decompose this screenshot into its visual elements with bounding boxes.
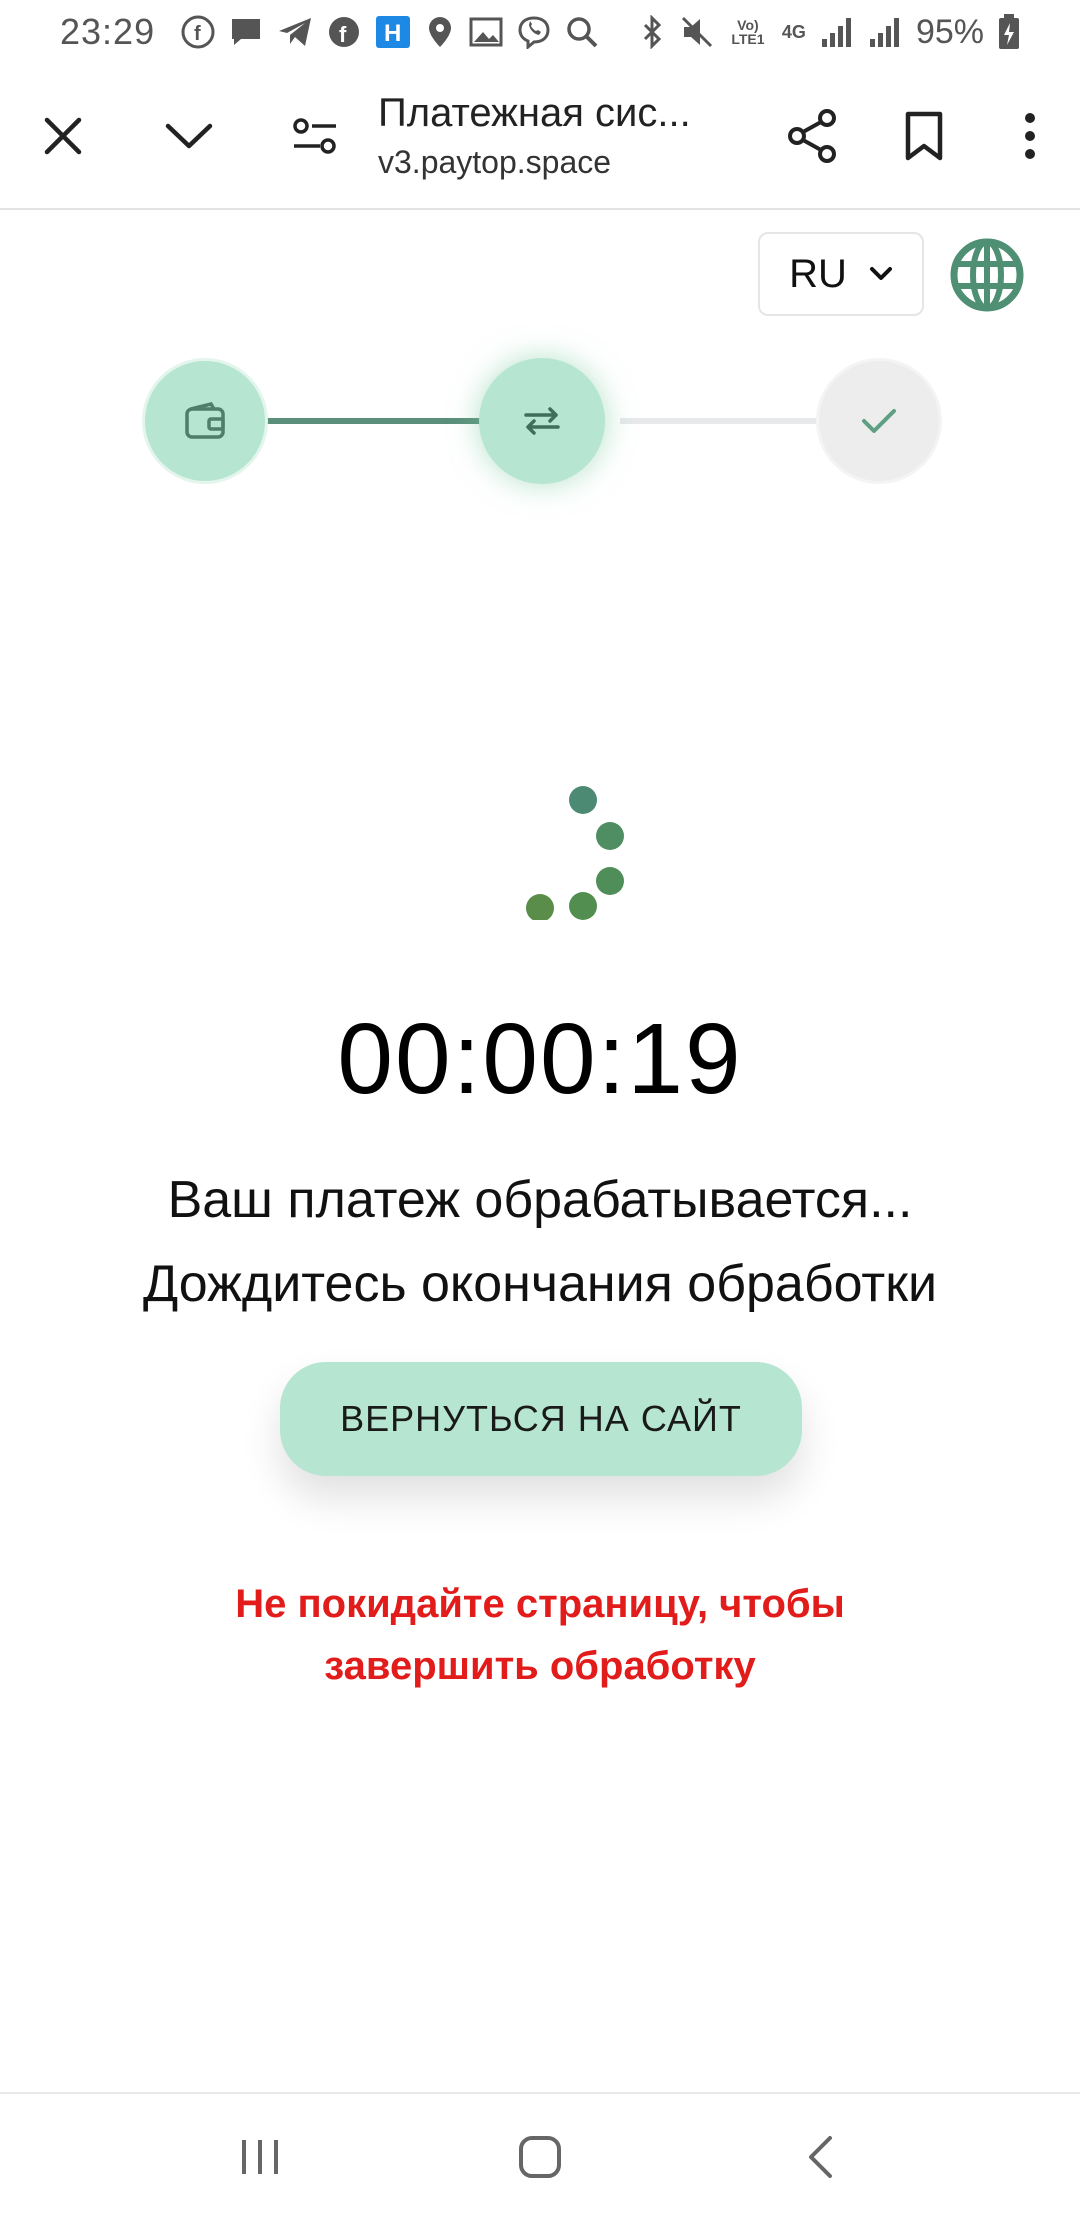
signal-icon-2 [868,15,902,49]
battery-percent: 95% [915,12,984,51]
bookmark-button[interactable] [868,63,980,209]
share-button[interactable] [756,63,868,209]
countdown-timer: 00:00:19 [337,1003,743,1115]
page-content: RU 00:00:19 Ваш платеж обрабатывается...… [0,212,1080,2092]
back-button[interactable] [760,2107,880,2207]
message-icon [229,15,263,49]
status-bar: 23:29 f f H Vo) LTE1 4G 95% [0,0,1080,64]
network-type-icon: 4G [781,21,806,42]
system-nav-bar [0,2092,1080,2220]
step-complete [816,358,942,484]
volte-icon: Vo) LTE1 [731,17,765,47]
home-icon [519,2136,561,2178]
site-settings-button[interactable] [252,63,378,209]
svg-text:f: f [339,22,347,47]
check-icon [862,409,896,433]
bluetooth-icon [640,15,666,49]
back-arrow-icon [809,2136,832,2178]
loading-spinner-icon [526,786,624,920]
chevron-down-icon [869,267,892,280]
page-title: Платежная сис... [378,91,691,135]
more-vert-icon [1025,113,1035,159]
chevron-down-icon [165,123,213,149]
recent-apps-button[interactable] [200,2107,320,2207]
globe-icon[interactable] [950,238,1024,312]
return-to-site-button[interactable]: ВЕРНУТЬСЯ НА САЙТ [280,1362,802,1476]
warning-text-line1: Не покидайте страницу, чтобы [235,1582,845,1626]
status-right: Vo) LTE1 4G 95% [640,13,1020,52]
close-icon [44,117,82,155]
progress-stepper [140,356,942,486]
facebook-icon: f [181,15,215,49]
gallery-icon [469,15,503,49]
more-menu-button[interactable] [980,63,1080,209]
facebook-icon-2: f [327,15,361,49]
exchange-icon [524,407,560,435]
step-wallet [142,358,268,484]
close-button[interactable] [0,63,126,209]
tune-icon [293,118,336,154]
share-icon [788,109,836,163]
search-icon [565,15,599,49]
recent-apps-icon [242,2140,278,2174]
home-button[interactable] [480,2107,600,2207]
step-exchange [479,358,605,484]
wait-message: Дождитесь окончания обработки [143,1255,937,1313]
app-h-icon: H [375,15,411,49]
svg-text:f: f [194,23,201,45]
wallet-icon [185,401,225,439]
status-left: 23:29 f f H [60,11,599,53]
telegram-icon [277,15,313,49]
page-url: v3.paytop.space [378,144,612,180]
bookmark-icon [905,111,943,161]
svg-text:H: H [384,20,401,47]
mute-icon [680,15,714,49]
step-connector-done [266,418,496,424]
language-select[interactable]: RU [758,232,924,316]
warning-text-line2: завершить обработку [324,1644,756,1688]
battery-icon [998,14,1020,50]
status-time: 23:29 [60,11,156,52]
page-title-area[interactable]: Платежная сис... v3.paytop.space [378,91,756,181]
location-icon [425,15,455,49]
browser-toolbar: Платежная сис... v3.paytop.space [0,64,1080,210]
processing-message: Ваш платеж обрабатывается... [167,1171,913,1229]
viber-icon [517,15,551,49]
minimize-button[interactable] [126,63,252,209]
step-connector-pending [620,418,820,424]
language-value: RU [789,251,847,296]
signal-icon [820,15,854,49]
